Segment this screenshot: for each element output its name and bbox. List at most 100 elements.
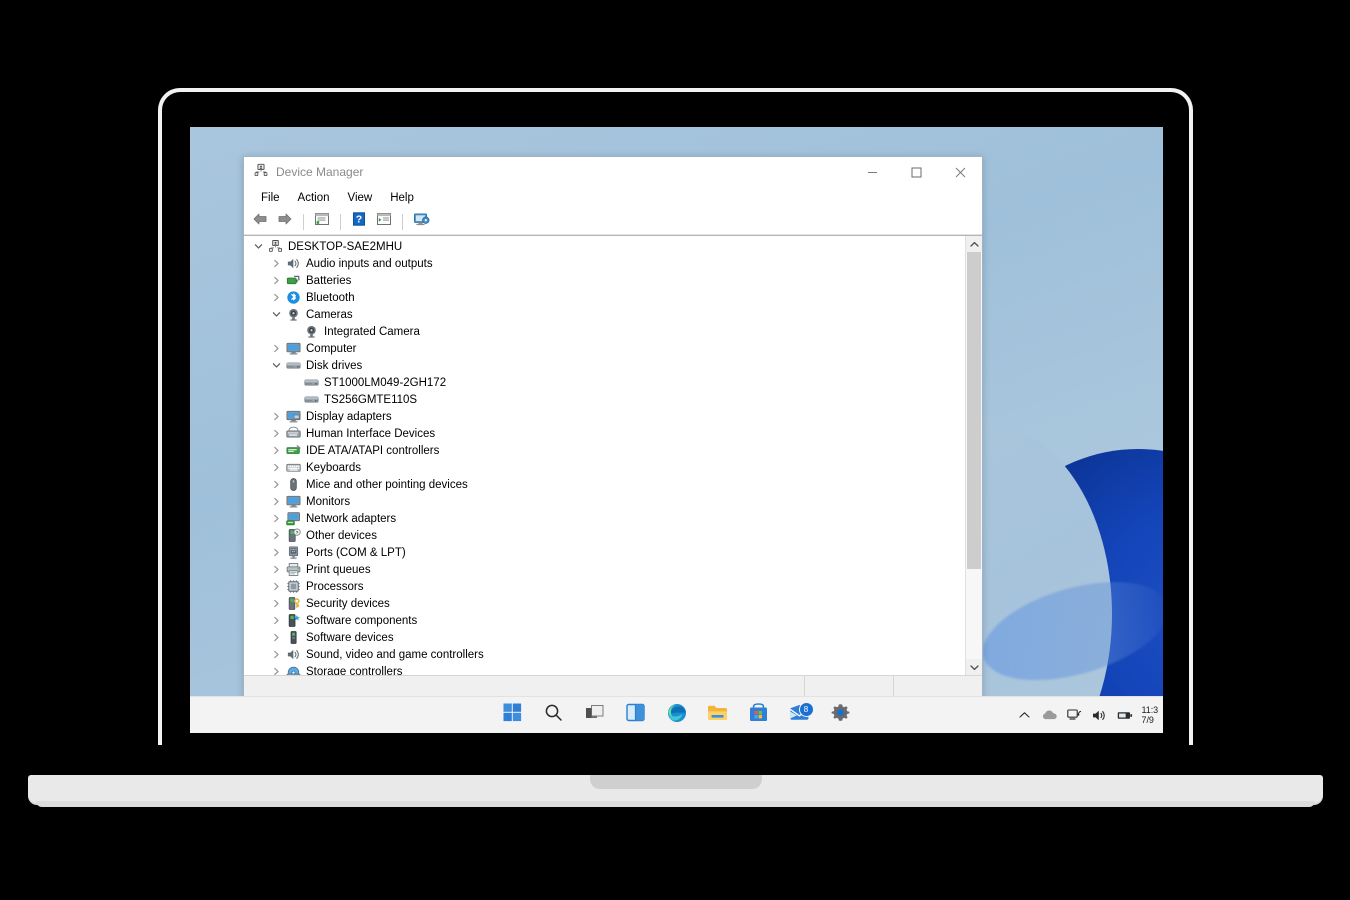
mail-button[interactable]: 8	[788, 702, 814, 727]
scrollbar-thumb[interactable]	[967, 252, 981, 570]
tree-item[interactable]: Software devices	[244, 629, 965, 646]
tree-item[interactable]: Software components	[244, 612, 965, 629]
chevron-right-icon[interactable]	[268, 344, 284, 353]
chevron-right-icon[interactable]	[268, 514, 284, 523]
tree-item[interactable]: Display adapters	[244, 408, 965, 425]
network-adapter-icon	[284, 511, 302, 526]
scroll-up-button[interactable]	[966, 236, 982, 252]
minimize-button[interactable]	[850, 157, 894, 187]
device-manager-window: Device Manager File Action View Help ? D…	[243, 156, 983, 699]
chevron-right-icon[interactable]	[268, 259, 284, 268]
microsoft-store-button[interactable]	[747, 703, 771, 727]
chevron-right-icon[interactable]	[268, 565, 284, 574]
settings-button[interactable]	[829, 703, 853, 727]
chevron-right-icon[interactable]	[268, 293, 284, 302]
battery-tray-icon[interactable]	[1117, 707, 1133, 723]
chevron-right-icon[interactable]	[268, 276, 284, 285]
speaker-icon	[284, 647, 302, 662]
forward-button[interactable]	[274, 211, 296, 232]
menu-view[interactable]: View	[339, 189, 382, 207]
bloom-petal	[973, 449, 1163, 733]
battery-icon	[284, 273, 302, 288]
show-hidden-icons-button[interactable]	[1017, 707, 1033, 723]
tree-item[interactable]: ST1000LM049-2GH172	[244, 374, 965, 391]
tree-item[interactable]: ? Other devices	[244, 527, 965, 544]
onedrive-tray-icon[interactable]	[1042, 707, 1058, 723]
tree-item[interactable]: DESKTOP-SAE2MHU	[244, 238, 965, 255]
scroll-down-button[interactable]	[966, 659, 982, 675]
volume-tray-icon[interactable]	[1092, 707, 1108, 723]
network-tray-icon[interactable]	[1067, 707, 1083, 723]
menu-file[interactable]: File	[252, 189, 289, 207]
tree-item[interactable]: Processors	[244, 578, 965, 595]
chevron-right-icon[interactable]	[268, 548, 284, 557]
chevron-down-icon[interactable]	[250, 242, 266, 251]
tree-item-label: Disk drives	[306, 359, 363, 372]
chevron-right-icon[interactable]	[268, 667, 284, 675]
tree-item[interactable]: Keyboards	[244, 459, 965, 476]
chevron-right-icon[interactable]	[268, 446, 284, 455]
chevron-right-icon[interactable]	[268, 616, 284, 625]
window-controls	[850, 157, 982, 187]
window-titlebar[interactable]: Device Manager	[244, 157, 982, 187]
properties-button[interactable]	[311, 211, 333, 232]
menu-action[interactable]: Action	[289, 189, 339, 207]
tree-item[interactable]: IDE ATA/ATAPI controllers	[244, 442, 965, 459]
tree-item[interactable]: Network adapters	[244, 510, 965, 527]
chevron-down-icon[interactable]	[268, 361, 284, 370]
chevron-right-icon[interactable]	[268, 599, 284, 608]
laptop-base	[28, 775, 1323, 803]
device-tree[interactable]: DESKTOP-SAE2MHU Audio inputs and outputs B…	[244, 236, 965, 675]
tree-item[interactable]: Ports (COM & LPT)	[244, 544, 965, 561]
scrollbar-track[interactable]	[966, 252, 982, 659]
tree-item[interactable]: Batteries	[244, 272, 965, 289]
device-manager-icon	[254, 163, 268, 182]
search-button[interactable]	[542, 703, 566, 727]
start-button[interactable]	[501, 703, 525, 727]
back-button[interactable]	[249, 211, 271, 232]
tree-item[interactable]: Human Interface Devices	[244, 425, 965, 442]
chevron-right-icon[interactable]	[268, 480, 284, 489]
tree-item[interactable]: TS256GMTE110S	[244, 391, 965, 408]
taskbar-clock[interactable]: 11:3 7/9	[1142, 705, 1159, 725]
chevron-right-icon[interactable]	[268, 497, 284, 506]
help-button[interactable]: ?	[348, 211, 370, 232]
tree-item-label: Integrated Camera	[324, 325, 420, 338]
maximize-button[interactable]	[894, 157, 938, 187]
tree-item[interactable]: Storage controllers	[244, 663, 965, 675]
chevron-down-icon[interactable]	[268, 310, 284, 319]
tree-vertical-scrollbar[interactable]	[965, 236, 982, 675]
chevron-right-icon[interactable]	[268, 650, 284, 659]
tree-item[interactable]: Mice and other pointing devices	[244, 476, 965, 493]
chevron-right-icon[interactable]	[268, 633, 284, 642]
tree-item[interactable]: Integrated Camera	[244, 323, 965, 340]
tree-item[interactable]: Security devices	[244, 595, 965, 612]
chevron-right-icon[interactable]	[268, 412, 284, 421]
tree-item[interactable]: Audio inputs and outputs	[244, 255, 965, 272]
show-hide-console-tree-button[interactable]	[373, 211, 395, 232]
tree-item[interactable]: Print queues	[244, 561, 965, 578]
chevron-right-icon[interactable]	[268, 582, 284, 591]
laptop-mockup: Device Manager File Action View Help ? D…	[0, 0, 1350, 900]
file-explorer-button[interactable]	[706, 703, 730, 727]
tree-item[interactable]: Cameras	[244, 306, 965, 323]
tree-item-label: Software components	[306, 614, 418, 627]
close-button[interactable]	[938, 157, 982, 187]
bluetooth-icon	[284, 290, 302, 305]
widgets-button[interactable]	[624, 703, 648, 727]
scan-for-hardware-changes-button[interactable]	[410, 211, 432, 232]
tree-item[interactable]: Bluetooth	[244, 289, 965, 306]
monitor-icon	[284, 494, 302, 509]
tree-item[interactable]: Computer	[244, 340, 965, 357]
toolbar-separator	[340, 213, 341, 230]
chevron-right-icon[interactable]	[268, 463, 284, 472]
menu-help[interactable]: Help	[381, 189, 423, 207]
chevron-right-icon[interactable]	[268, 531, 284, 540]
edge-button[interactable]	[665, 703, 689, 727]
chevron-right-icon[interactable]	[268, 429, 284, 438]
tree-item[interactable]: Disk drives	[244, 357, 965, 374]
search-icon	[544, 703, 563, 727]
task-view-button[interactable]	[583, 703, 607, 727]
tree-item[interactable]: Sound, video and game controllers	[244, 646, 965, 663]
tree-item[interactable]: Monitors	[244, 493, 965, 510]
